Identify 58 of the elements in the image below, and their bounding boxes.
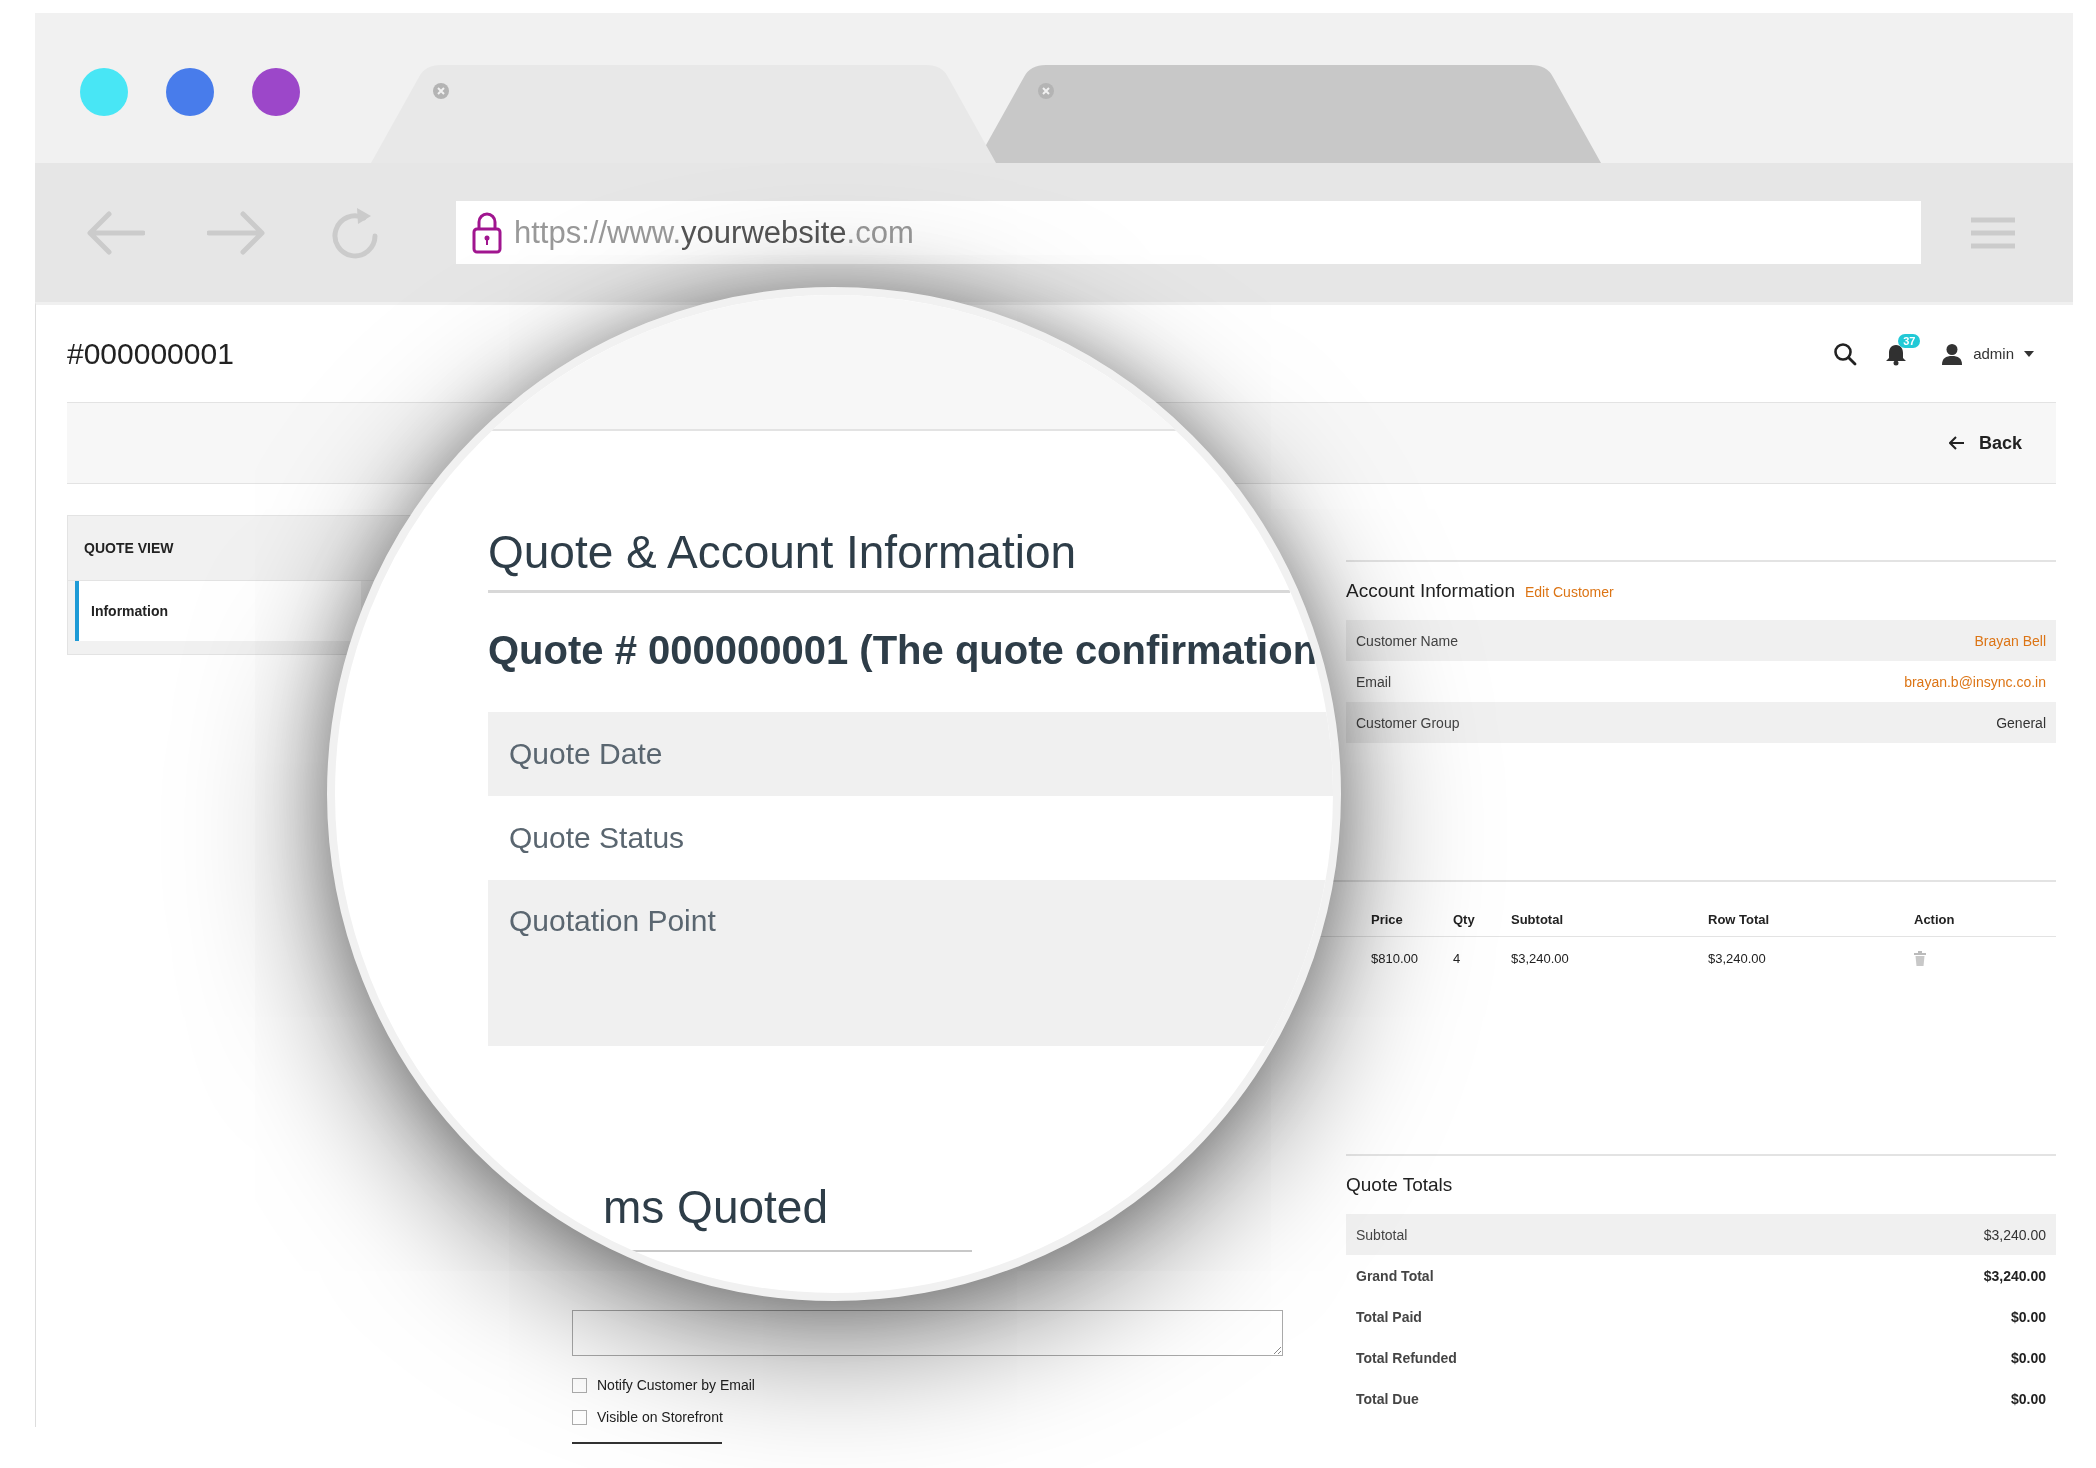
total-label: Subtotal [1356,1226,1408,1243]
notification-badge: 37 [1898,333,1921,348]
search-icon[interactable] [1833,341,1858,366]
info-label: Quote Status [509,821,685,855]
checkbox[interactable] [572,1409,587,1425]
column-header: Qty [1453,911,1476,927]
table-cell-text: $810.00 [1371,950,1419,966]
info-value: General [1996,714,2046,731]
column-header: Action [1914,911,1956,927]
section-heading: Quote & Account Information [488,525,1077,579]
info-label: Customer Group [1356,714,1460,731]
page-title: #000000001 [67,336,234,371]
checkbox[interactable] [572,1377,587,1393]
table-cell-text: $3,240.00 [1511,950,1570,966]
left-arrow-icon [1948,436,1965,450]
menu-icon[interactable] [1971,216,2015,249]
section-title: Account Information [1346,580,1515,602]
info-label: Quote Date [509,737,663,771]
total-label: Grand Total [1356,1267,1434,1284]
total-label: Total Paid [1356,1308,1422,1325]
total-value: $3,240.00 [1983,1226,2046,1243]
quote-heading: Quote # 000000001 (The quote confirmation [488,628,1318,673]
close-icon[interactable] [1038,83,1054,99]
total-label: Total Refunded [1356,1349,1457,1366]
total-label: Total Due [1356,1390,1419,1407]
close-icon[interactable] [433,83,449,99]
window-control-icon[interactable] [166,68,214,116]
table-cell-text: 4 [1453,950,1462,966]
total-value: $3,240.00 [1983,1267,2046,1284]
sidebar-item[interactable]: Information [75,581,361,641]
comment-field[interactable] [572,1310,1283,1356]
column-header: Row Total [1708,911,1771,927]
back-button[interactable]: Back [1944,428,2026,458]
browser-tab[interactable] [371,65,996,163]
table-cell-text: $3,240.00 [1708,950,1767,966]
column-header: Subtotal [1511,911,1564,927]
total-value: $0.00 [2010,1308,2046,1325]
total-value: $0.00 [2010,1349,2046,1366]
forward-arrow-icon[interactable] [207,209,265,256]
user-menu[interactable]: admin [1941,342,2034,365]
lock-icon [472,211,502,254]
column-header: Price [1371,911,1404,927]
user-icon [1941,342,1964,365]
section-heading: ms Quoted [603,1180,828,1234]
checkbox-label: Notify Customer by Email [597,1377,755,1393]
info-label: Quotation Point [509,904,716,938]
address-bar[interactable]: https://www.yourwebsite.com [456,201,1921,264]
info-label: Customer Name [1356,632,1458,649]
url-text: https://www.yourwebsite.com [514,214,914,251]
back-arrow-icon[interactable] [87,209,145,256]
info-label: Email [1356,673,1391,690]
caret-icon [2024,350,2034,357]
trash-icon[interactable] [1914,950,1926,966]
resize-grip-icon [1273,1346,1281,1354]
window-control-icon[interactable] [252,68,300,116]
checkbox-label: Visible on Storefront [597,1409,723,1425]
section-title: Quote Totals [1346,1174,1453,1196]
total-value: $0.00 [2010,1390,2046,1407]
